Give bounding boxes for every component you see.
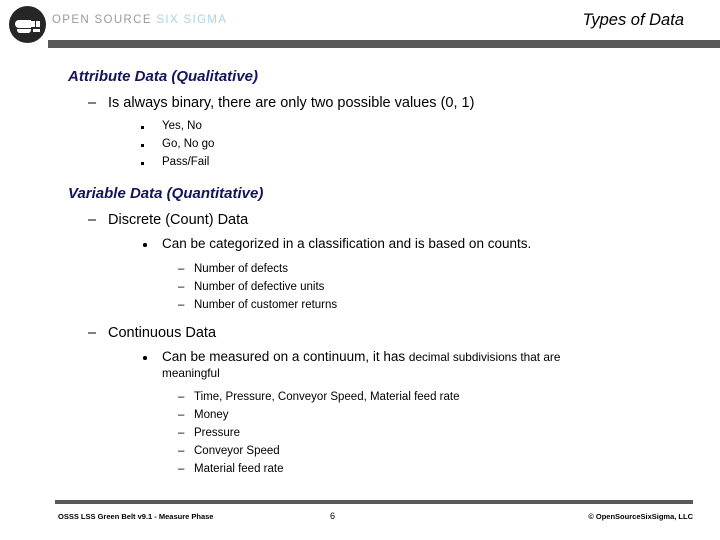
- dash-marker-icon: –: [178, 409, 185, 421]
- dash-marker-icon: –: [88, 95, 97, 111]
- heading-attribute-data: Attribute Data (Qualitative): [68, 68, 259, 85]
- bullet-continuous-detail: Can be measured on a continuum, it has d…: [0, 349, 720, 364]
- round-bullet-icon: [143, 243, 147, 247]
- bullet-attribute-binary: – Is always binary, there are only two p…: [88, 95, 475, 111]
- list-item: Pass/Fail: [0, 156, 720, 168]
- list-item: – Number of defective units: [178, 281, 325, 293]
- slide-body: Attribute Data (Qualitative) – Is always…: [0, 60, 720, 475]
- dash-marker-icon: –: [178, 427, 185, 439]
- footer-course-label: OSSS LSS Green Belt v9.1 - Measure Phase: [58, 512, 214, 521]
- brand-wordmark: OPEN SOURCE SIX SIGMA: [52, 14, 227, 26]
- page-number: 6: [330, 511, 336, 521]
- heading-variable-data: Variable Data (Quantitative): [68, 185, 264, 202]
- page-title: Types of Data: [582, 11, 685, 29]
- round-bullet-icon: [143, 356, 147, 360]
- bullet-discrete-detail: Can be categorized in a classification a…: [0, 236, 720, 251]
- dash-marker-icon: –: [178, 391, 185, 403]
- square-bullet-icon: [141, 144, 144, 147]
- footer-divider-bar: [55, 500, 693, 504]
- list-item: – Number of customer returns: [178, 299, 338, 311]
- list-item: – Conveyor Speed: [178, 445, 280, 457]
- dash-marker-icon: –: [178, 263, 185, 275]
- list-item: – Number of defects: [178, 263, 288, 275]
- dash-marker-icon: –: [178, 299, 185, 311]
- list-item: – Pressure: [178, 427, 241, 439]
- brand-open-source: OPEN SOURCE: [52, 14, 157, 26]
- list-item: – Material feed rate: [178, 463, 284, 475]
- header-divider-bar: [48, 40, 720, 48]
- dash-marker-icon: –: [178, 281, 185, 293]
- dash-marker-icon: –: [178, 463, 185, 475]
- list-item: Yes, No: [0, 120, 720, 132]
- brand-six-sigma: SIX SIGMA: [156, 14, 228, 26]
- list-item: – Time, Pressure, Conveyor Speed, Materi…: [178, 391, 460, 403]
- footer-copyright: © OpenSourceSixSigma, LLC: [588, 512, 693, 521]
- dash-marker-icon: –: [88, 325, 97, 341]
- continuous-detail-wrap: meaningful: [162, 366, 220, 380]
- list-item: Go, No go: [0, 138, 720, 150]
- square-bullet-icon: [141, 162, 144, 165]
- square-bullet-icon: [141, 126, 144, 129]
- dash-marker-icon: –: [178, 445, 185, 457]
- dash-marker-icon: –: [88, 212, 97, 228]
- continuous-detail-small: decimal subdivisions that are: [408, 350, 561, 364]
- continuous-detail-main: Can be measured on a continuum, it has: [162, 349, 409, 364]
- list-item: – Money: [178, 409, 229, 421]
- slide-header: OPEN SOURCE SIX SIGMA Types of Data: [0, 0, 720, 50]
- osss-circle-logo-icon: [9, 6, 46, 43]
- bullet-discrete-data: – Discrete (Count) Data: [88, 212, 249, 228]
- bullet-continuous-data: – Continuous Data: [88, 325, 217, 341]
